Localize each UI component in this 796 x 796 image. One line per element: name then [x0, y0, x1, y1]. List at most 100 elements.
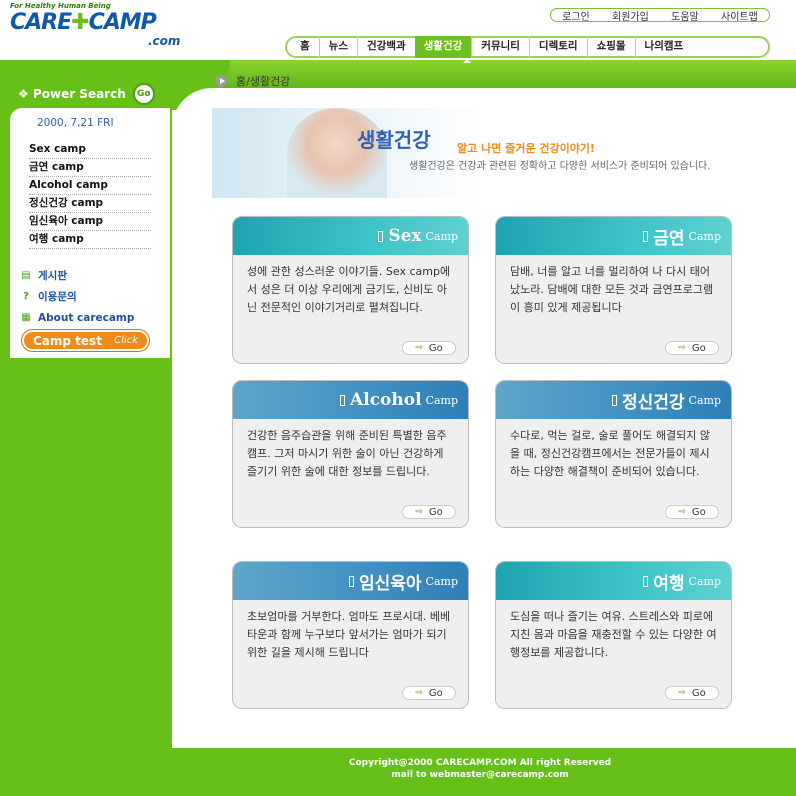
- card-suffix: Camp: [425, 393, 458, 407]
- card-go-button[interactable]: ⇨ Go: [402, 341, 456, 355]
- power-search[interactable]: ❖ Power Search Go: [18, 83, 155, 105]
- board-label: 게시판: [38, 270, 67, 282]
- nav-item-news[interactable]: 뉴스: [318, 36, 357, 58]
- card-go-label: Go: [428, 342, 443, 354]
- card-go-button[interactable]: ⇨ Go: [665, 341, 719, 355]
- nav-item-life-health[interactable]: 생활건강: [414, 36, 472, 58]
- card-title: Sex: [388, 226, 422, 246]
- card-text: 건강한 음주습관을 위해 준비된 특별한 음주캠프. 그저 마시기 위한 술이 …: [247, 429, 447, 478]
- arrow-right-icon: ⇨: [415, 343, 423, 353]
- card-suffix: Camp: [425, 229, 458, 243]
- camp-link-parenting[interactable]: 임신육아 camp: [29, 213, 151, 231]
- nav-item-health-encyclopedia[interactable]: 건강백과: [357, 36, 415, 58]
- card-smoking-camp: 금연 Camp 담배, 너를 알고 너를 멀리하여 나 다시 태어났노라. 담배에…: [495, 216, 732, 364]
- nav-item-community[interactable]: 커뮤니티: [471, 36, 529, 58]
- card-go-button[interactable]: ⇨ Go: [402, 686, 456, 700]
- card-header: 여행 Camp: [496, 562, 731, 600]
- banner: 생활건강 알고 나면 즐거운 건강이야기! 생활건강은 건강과 관련된 정확하고…: [212, 108, 757, 198]
- camp-link-smoking[interactable]: 금연 camp: [29, 159, 151, 177]
- camp-test-click: Click: [114, 335, 138, 346]
- footer-copyright: Copyright@2000 CARECAMP.COM All right Re…: [348, 758, 612, 768]
- card-text: 수다로, 먹는 걸로, 술로 풀어도 해결되지 않을 때, 정신건강캠프에서는 …: [510, 429, 711, 478]
- card-mental-camp: 정신건강 Camp 수다로, 먹는 걸로, 술로 풀어도 해결되지 않을 때, 정…: [495, 380, 732, 528]
- card-go-button[interactable]: ⇨ Go: [665, 686, 719, 700]
- banner-subtitle: 알고 나면 즐거운 건강이야기!: [457, 142, 595, 155]
- card-header: 정신건강 Camp: [496, 381, 731, 419]
- card-go-label: Go: [691, 687, 706, 699]
- card-text: 성에 관한 성스러운 이야기들. Sex camp에서 성은 더 이상 우리에게…: [247, 265, 451, 314]
- card-marker-icon: [340, 394, 346, 406]
- nav-item-shopping[interactable]: 쇼핑몰: [586, 36, 635, 58]
- help-link[interactable]: 도움말: [671, 8, 699, 23]
- camp-link-travel[interactable]: 여행 camp: [29, 231, 151, 249]
- card-title: 임신육아: [358, 573, 422, 594]
- card-suffix: Camp: [425, 574, 458, 588]
- mother-baby-photo: [287, 108, 387, 198]
- inquiry-link[interactable]: ? 이용문의: [21, 286, 134, 307]
- logo[interactable]: For Healthy Human Being CARE✚CAMP .com: [10, 2, 195, 48]
- card-go-button[interactable]: ⇨ Go: [665, 505, 719, 519]
- page: For Healthy Human Being CARE✚CAMP .com 로…: [0, 0, 796, 796]
- utility-links: 로그인 회원가입 도움말 사이트맵: [550, 8, 770, 23]
- card-marker-icon: [643, 230, 649, 242]
- camp-link-mental[interactable]: 정신건강 camp: [29, 195, 151, 213]
- power-search-label: ❖ Power Search: [18, 87, 126, 101]
- card-marker-icon: [378, 230, 384, 242]
- card-title: 금연: [653, 228, 685, 249]
- grid-icon: ▦: [21, 312, 31, 323]
- sidebar-date: 2000, 7,21 FRI: [37, 117, 114, 129]
- about-link[interactable]: ▦ About carecamp: [21, 307, 134, 328]
- card-sex-camp: Sex Camp 성에 관한 성스러운 이야기들. Sex camp에서 성은 더…: [232, 216, 469, 364]
- card-title: 여행: [653, 573, 685, 594]
- arrow-right-icon: ⇨: [678, 343, 686, 353]
- arrow-right-icon: ⇨: [415, 507, 423, 517]
- footer-mail[interactable]: mail to webmaster@carecamp.com: [300, 769, 660, 781]
- main-nav: 홈 뉴스 건강백과 생활건강 커뮤니티 디렉토리 쇼핑몰 나의캠프: [285, 36, 770, 58]
- card-marker-icon: [611, 394, 617, 406]
- logo-tagline: For Healthy Human Being: [10, 2, 111, 10]
- arrow-right-icon: ⇨: [678, 688, 686, 698]
- card-go-label: Go: [428, 687, 443, 699]
- card-suffix: Camp: [688, 229, 721, 243]
- card-header: 임신육아 Camp: [233, 562, 468, 600]
- card-header: Sex Camp: [233, 217, 468, 255]
- card-travel-camp: 여행 Camp 도심을 떠나 즐기는 여유. 스트레스와 피로에 지친 몸과 마음…: [495, 561, 732, 709]
- card-text: 초보엄마를 거부한다. 엄마도 프로시대. 베베타운과 함께 누구보다 앞서가는…: [247, 610, 451, 659]
- camp-link-sex[interactable]: Sex camp: [29, 141, 151, 159]
- nav-active-arrow-icon: [463, 59, 471, 63]
- card-text: 도심을 떠나 즐기는 여유. 스트레스와 피로에 지친 몸과 마음을 재충전할 …: [510, 610, 717, 659]
- arrow-right-icon: ⇨: [415, 688, 423, 698]
- sidebar-extra-links: ▤ 게시판 ? 이용문의 ▦ About carecamp: [21, 265, 134, 328]
- sitemap-link[interactable]: 사이트맵: [721, 8, 758, 23]
- footer: Copyright@2000 CARECAMP.COM All right Re…: [300, 757, 660, 781]
- breadcrumb-text: 홈/생활건강: [236, 75, 291, 88]
- logo-name: CARE✚CAMP: [10, 10, 195, 35]
- card-title: 정신건강: [621, 392, 685, 413]
- card-header: Alcohol Camp: [233, 381, 468, 419]
- camp-link-alcohol[interactable]: Alcohol camp: [29, 177, 151, 195]
- camp-test-label: Camp test: [33, 333, 102, 348]
- breadcrumb-arrow-icon: [215, 75, 227, 87]
- card-suffix: Camp: [688, 574, 721, 588]
- board-icon: ▤: [21, 270, 31, 281]
- nav-item-directory[interactable]: 디렉토리: [528, 36, 587, 58]
- camp-test-button[interactable]: Camp test Click: [22, 330, 149, 351]
- signup-link[interactable]: 회원가입: [612, 8, 649, 23]
- card-go-label: Go: [691, 506, 706, 518]
- nav-item-my-camp[interactable]: 나의캠프: [634, 36, 693, 58]
- power-search-go-button[interactable]: Go: [132, 83, 155, 105]
- inquiry-label: 이용문의: [38, 291, 77, 303]
- about-label: About carecamp: [38, 311, 135, 324]
- logo-name-b: CAMP: [88, 10, 157, 35]
- login-link[interactable]: 로그인: [562, 8, 590, 23]
- board-link[interactable]: ▤ 게시판: [21, 265, 134, 286]
- card-header: 금연 Camp: [496, 217, 731, 255]
- card-go-label: Go: [428, 506, 443, 518]
- nav-item-home[interactable]: 홈: [287, 36, 319, 58]
- card-go-button[interactable]: ⇨ Go: [402, 505, 456, 519]
- arrow-right-icon: ⇨: [678, 507, 686, 517]
- card-suffix: Camp: [688, 393, 721, 407]
- question-icon: ?: [23, 291, 29, 302]
- banner-description: 생활건강은 건강과 관련된 정확하고 다양한 서비스가 준비되어 있습니다.: [409, 161, 711, 172]
- power-search-text: Power Search: [32, 87, 126, 101]
